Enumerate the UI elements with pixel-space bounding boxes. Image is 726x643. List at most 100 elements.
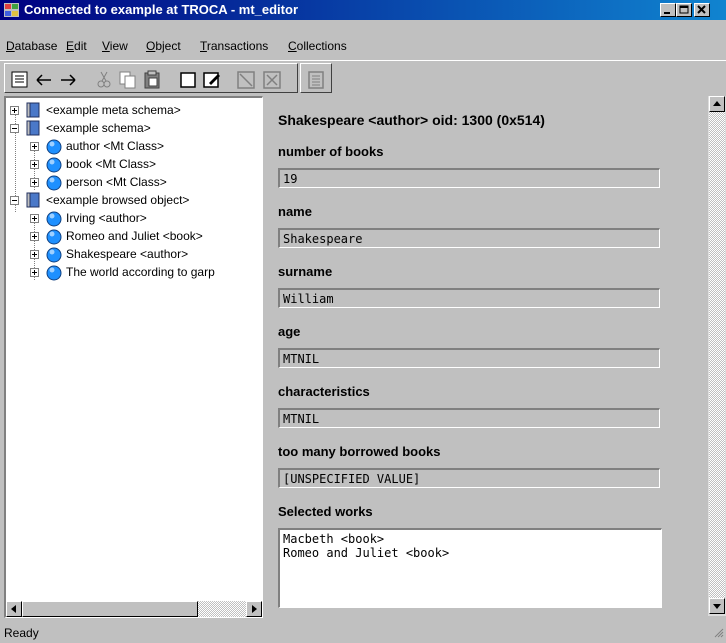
new-object-icon[interactable] bbox=[177, 69, 199, 91]
selected-works-list[interactable]: Macbeth <book> Romeo and Juliet <book> bbox=[278, 528, 662, 608]
copy-icon[interactable] bbox=[117, 69, 139, 91]
surname-field[interactable]: William bbox=[278, 288, 660, 308]
edit-object-icon[interactable] bbox=[201, 69, 223, 91]
expand-icon[interactable] bbox=[30, 232, 39, 241]
resize-grip-icon[interactable] bbox=[712, 626, 724, 641]
menu-object-mnemonic: O bbox=[146, 39, 156, 53]
schema-book-icon bbox=[26, 192, 40, 211]
menu-database[interactable]: Database bbox=[6, 39, 57, 53]
status-text: Ready bbox=[4, 626, 39, 640]
tree-item-label: Shakespeare <author> bbox=[66, 247, 189, 261]
object-tree[interactable]: <example meta schema> <example schema> a… bbox=[4, 96, 263, 618]
scroll-thumb[interactable] bbox=[22, 601, 198, 617]
paste-icon[interactable] bbox=[141, 69, 163, 91]
tree-item-label: book <Mt Class> bbox=[66, 157, 157, 171]
tree-item-label: person <Mt Class> bbox=[66, 175, 167, 189]
tree-item-label: Irving <author> bbox=[66, 211, 147, 225]
window-title: Connected to example at TROCA - mt_edito… bbox=[24, 2, 298, 17]
scroll-right-button[interactable] bbox=[246, 601, 262, 617]
list-item[interactable]: Romeo and Juliet <book> bbox=[283, 546, 658, 560]
expand-icon[interactable] bbox=[30, 214, 39, 223]
forward-arrow-icon[interactable] bbox=[57, 69, 79, 91]
field-label: name bbox=[278, 204, 312, 219]
status-bar: Ready bbox=[0, 620, 726, 643]
object-sphere-icon bbox=[46, 229, 62, 248]
list-icon[interactable] bbox=[9, 69, 31, 91]
characteristics-field[interactable]: MTNIL bbox=[278, 408, 660, 428]
object-sphere-icon bbox=[46, 211, 62, 230]
collapse-icon[interactable] bbox=[10, 196, 19, 205]
collapse-icon[interactable] bbox=[10, 124, 19, 133]
tree-item-label: <example meta schema> bbox=[46, 103, 181, 117]
scroll-down-button[interactable] bbox=[709, 598, 725, 614]
menu-transactions-mnemonic: T bbox=[200, 39, 207, 53]
tree-item-label: <example browsed object> bbox=[46, 193, 190, 207]
back-arrow-icon[interactable] bbox=[33, 69, 55, 91]
field-label: number of books bbox=[278, 144, 384, 159]
tree-item-label: The world according to garp bbox=[66, 265, 215, 279]
menu-transactions[interactable]: Transactions bbox=[200, 39, 268, 53]
object-header: Shakespeare <author> oid: 1300 (0x514) bbox=[278, 112, 545, 128]
object-sphere-icon bbox=[46, 157, 62, 176]
menu-bar: Database Edit View Object Transactions C… bbox=[0, 20, 726, 60]
expand-icon[interactable] bbox=[10, 106, 19, 115]
cut-icon[interactable] bbox=[93, 69, 115, 91]
delete-all-icon[interactable] bbox=[261, 69, 283, 91]
expand-icon[interactable] bbox=[30, 142, 39, 151]
field-label: Selected works bbox=[278, 504, 373, 519]
toolbar bbox=[0, 60, 726, 96]
menu-object-rest: bject bbox=[155, 39, 181, 53]
scroll-up-button[interactable] bbox=[709, 96, 725, 112]
maximize-button[interactable] bbox=[676, 3, 692, 17]
schema-book-icon bbox=[26, 120, 40, 139]
vertical-scrollbar[interactable] bbox=[708, 96, 726, 616]
list-item[interactable]: Macbeth <book> bbox=[283, 532, 658, 546]
toolbar-group-main bbox=[4, 63, 298, 93]
menu-edit[interactable]: Edit bbox=[66, 39, 87, 53]
tree-item-label: <example schema> bbox=[46, 121, 151, 135]
expand-icon[interactable] bbox=[30, 268, 39, 277]
object-sphere-icon bbox=[46, 175, 62, 194]
object-sphere-icon bbox=[46, 139, 62, 158]
field-label: age bbox=[278, 324, 301, 339]
menu-object[interactable]: Object bbox=[146, 39, 181, 53]
tree-item-label: Romeo and Juliet <book> bbox=[66, 229, 203, 243]
expand-icon[interactable] bbox=[30, 250, 39, 259]
object-sphere-icon bbox=[46, 265, 62, 284]
too-many-borrowed-books-field[interactable]: [UNSPECIFIED VALUE] bbox=[278, 468, 660, 488]
scroll-track[interactable] bbox=[709, 112, 725, 598]
menu-edit-mnemonic: E bbox=[66, 39, 75, 53]
title-bar[interactable]: Connected to example at TROCA - mt_edito… bbox=[0, 0, 726, 20]
menu-view-mnemonic: V bbox=[102, 39, 110, 53]
expand-icon[interactable] bbox=[30, 178, 39, 187]
toolbar-group-props bbox=[300, 63, 332, 93]
menu-collections-rest: ollections bbox=[296, 39, 347, 53]
menu-database-mnemonic: D bbox=[6, 39, 15, 53]
field-label: too many borrowed books bbox=[278, 444, 441, 459]
schema-book-icon bbox=[26, 102, 40, 121]
number-of-books-field[interactable]: 19 bbox=[278, 168, 660, 188]
name-field[interactable]: Shakespeare bbox=[278, 228, 660, 248]
minimize-button[interactable] bbox=[660, 3, 676, 17]
close-button[interactable] bbox=[694, 3, 710, 17]
delete-icon[interactable] bbox=[235, 69, 257, 91]
object-detail-panel: Shakespeare <author> oid: 1300 (0x514) n… bbox=[266, 96, 708, 618]
menu-view-rest: iew bbox=[109, 39, 128, 53]
object-sphere-icon bbox=[46, 247, 62, 266]
expand-icon[interactable] bbox=[30, 160, 39, 169]
menu-view[interactable]: View bbox=[102, 39, 128, 53]
scroll-left-button[interactable] bbox=[6, 601, 22, 617]
field-label: characteristics bbox=[278, 384, 370, 399]
tree-item-label: author <Mt Class> bbox=[66, 139, 165, 153]
horizontal-scrollbar[interactable] bbox=[6, 601, 262, 617]
field-label: surname bbox=[278, 264, 333, 279]
scroll-track[interactable] bbox=[198, 601, 246, 617]
menu-collections[interactable]: Collections bbox=[288, 39, 347, 53]
app-icon[interactable] bbox=[4, 3, 19, 17]
menu-edit-rest: dit bbox=[74, 39, 87, 53]
properties-icon[interactable] bbox=[305, 69, 327, 91]
menu-transactions-rest: ransactions bbox=[206, 39, 269, 53]
age-field[interactable]: MTNIL bbox=[278, 348, 660, 368]
menu-collections-mnemonic: C bbox=[288, 39, 297, 53]
menu-database-rest: atabase bbox=[14, 39, 58, 53]
